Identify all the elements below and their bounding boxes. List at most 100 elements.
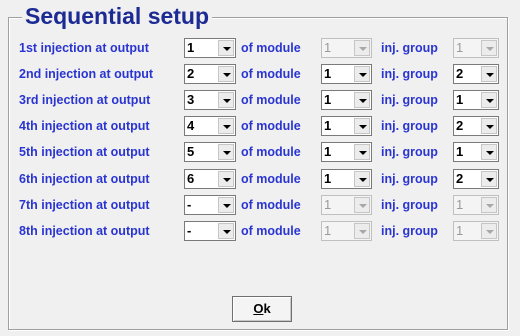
inj-group-select: 1	[453, 38, 499, 58]
module-value: 1	[324, 40, 332, 55]
module-select[interactable]: 1	[321, 64, 372, 85]
module-select[interactable]: 1	[321, 116, 372, 137]
module-label: of module	[241, 197, 301, 212]
group-value: 1	[456, 92, 464, 108]
module-select: 1	[321, 194, 372, 215]
chevron-down-icon[interactable]	[481, 118, 497, 135]
output-value: 6	[187, 170, 195, 186]
output-select[interactable]: -	[184, 220, 236, 241]
chevron-down-icon[interactable]	[218, 222, 234, 239]
module-value: 1	[324, 170, 332, 186]
chevron-down-icon[interactable]	[218, 66, 234, 83]
injection-label: 1st injection at output	[19, 41, 149, 55]
output-value: 1	[187, 40, 195, 55]
ok-label-rest: k	[263, 301, 271, 316]
chevron-down-icon	[481, 40, 497, 56]
ok-button[interactable]: Ok	[232, 296, 292, 322]
output-value: -	[187, 222, 192, 238]
inj-group-select[interactable]: 2	[453, 64, 499, 85]
group-label: inj. group	[381, 197, 438, 212]
output-value: 5	[187, 144, 195, 160]
inj-group-select[interactable]: 1	[453, 142, 499, 163]
group-label: inj. group	[381, 41, 438, 55]
injection-row: 5th injection at output 5 of module 1 in…	[0, 142, 520, 164]
module-select: 1	[321, 38, 372, 58]
module-value: 1	[324, 222, 332, 238]
group-label: inj. group	[381, 171, 438, 186]
chevron-down-icon[interactable]	[481, 92, 497, 109]
group-label: inj. group	[381, 145, 438, 160]
group-value: 1	[456, 40, 464, 55]
output-select[interactable]: 5	[184, 142, 236, 163]
module-value: 1	[324, 196, 332, 212]
output-value: 4	[187, 118, 195, 134]
injection-row: 4th injection at output 4 of module 1 in…	[0, 116, 520, 138]
module-label: of module	[241, 171, 301, 186]
chevron-down-icon[interactable]	[354, 92, 370, 109]
chevron-down-icon[interactable]	[354, 170, 370, 187]
group-value: 1	[456, 144, 464, 160]
output-select[interactable]: 1	[184, 38, 236, 58]
group-value: 2	[456, 170, 464, 186]
chevron-down-icon[interactable]	[481, 144, 497, 161]
module-label: of module	[241, 145, 301, 160]
injection-label: 8th injection at output	[19, 223, 150, 238]
chevron-down-icon[interactable]	[354, 144, 370, 161]
injection-label: 4th injection at output	[19, 119, 150, 134]
injection-label: 2nd injection at output	[19, 67, 154, 82]
module-select[interactable]: 1	[321, 90, 372, 111]
chevron-down-icon[interactable]	[218, 144, 234, 161]
injection-label: 5th injection at output	[19, 145, 150, 160]
chevron-down-icon[interactable]	[218, 40, 234, 56]
output-value: 2	[187, 66, 195, 82]
injection-label: 7th injection at output	[19, 197, 150, 212]
inj-group-select[interactable]: 2	[453, 116, 499, 137]
module-value: 1	[324, 118, 332, 134]
module-select: 1	[321, 220, 372, 241]
output-select[interactable]: 3	[184, 90, 236, 111]
module-value: 1	[324, 144, 332, 160]
injection-row: 3rd injection at output 3 of module 1 in…	[0, 90, 520, 112]
chevron-down-icon[interactable]	[218, 118, 234, 135]
chevron-down-icon[interactable]	[354, 66, 370, 83]
injection-label: 6th injection at output	[19, 171, 150, 186]
output-select[interactable]: 4	[184, 116, 236, 137]
chevron-down-icon[interactable]	[481, 170, 497, 187]
module-label: of module	[241, 119, 301, 134]
injection-row: 7th injection at output - of module 1 in…	[0, 194, 520, 217]
module-label: of module	[241, 223, 301, 238]
group-value: 2	[456, 118, 464, 134]
chevron-down-icon[interactable]	[354, 118, 370, 135]
chevron-down-icon	[354, 40, 370, 56]
group-value: 1	[456, 196, 464, 212]
module-select[interactable]: 1	[321, 168, 372, 189]
module-label: of module	[241, 93, 301, 108]
inj-group-select: 1	[453, 220, 499, 241]
group-value: 1	[456, 222, 464, 238]
module-value: 1	[324, 92, 332, 108]
chevron-down-icon	[481, 222, 497, 239]
group-label: inj. group	[381, 223, 438, 238]
ok-accelerator: O	[253, 301, 264, 316]
inj-group-select[interactable]: 2	[453, 168, 499, 189]
output-value: 3	[187, 92, 195, 108]
output-select[interactable]: 2	[184, 64, 236, 85]
output-select[interactable]: 6	[184, 168, 236, 189]
module-label: of module	[241, 41, 301, 55]
group-label: inj. group	[381, 67, 438, 82]
injection-row: 1st injection at output 1 of module 1 in…	[0, 38, 520, 60]
chevron-down-icon	[354, 196, 370, 213]
module-select[interactable]: 1	[321, 142, 372, 163]
injection-label: 3rd injection at output	[19, 93, 151, 108]
chevron-down-icon[interactable]	[218, 170, 234, 187]
group-label: inj. group	[381, 119, 438, 134]
chevron-down-icon[interactable]	[218, 196, 234, 213]
injection-row: 8th injection at output - of module 1 in…	[0, 220, 520, 243]
output-select[interactable]: -	[184, 194, 236, 215]
groupbox-title: Sequential setup	[22, 2, 213, 30]
chevron-down-icon	[354, 222, 370, 239]
chevron-down-icon[interactable]	[481, 66, 497, 83]
chevron-down-icon[interactable]	[218, 92, 234, 109]
group-value: 2	[456, 66, 464, 82]
inj-group-select[interactable]: 1	[453, 90, 499, 111]
